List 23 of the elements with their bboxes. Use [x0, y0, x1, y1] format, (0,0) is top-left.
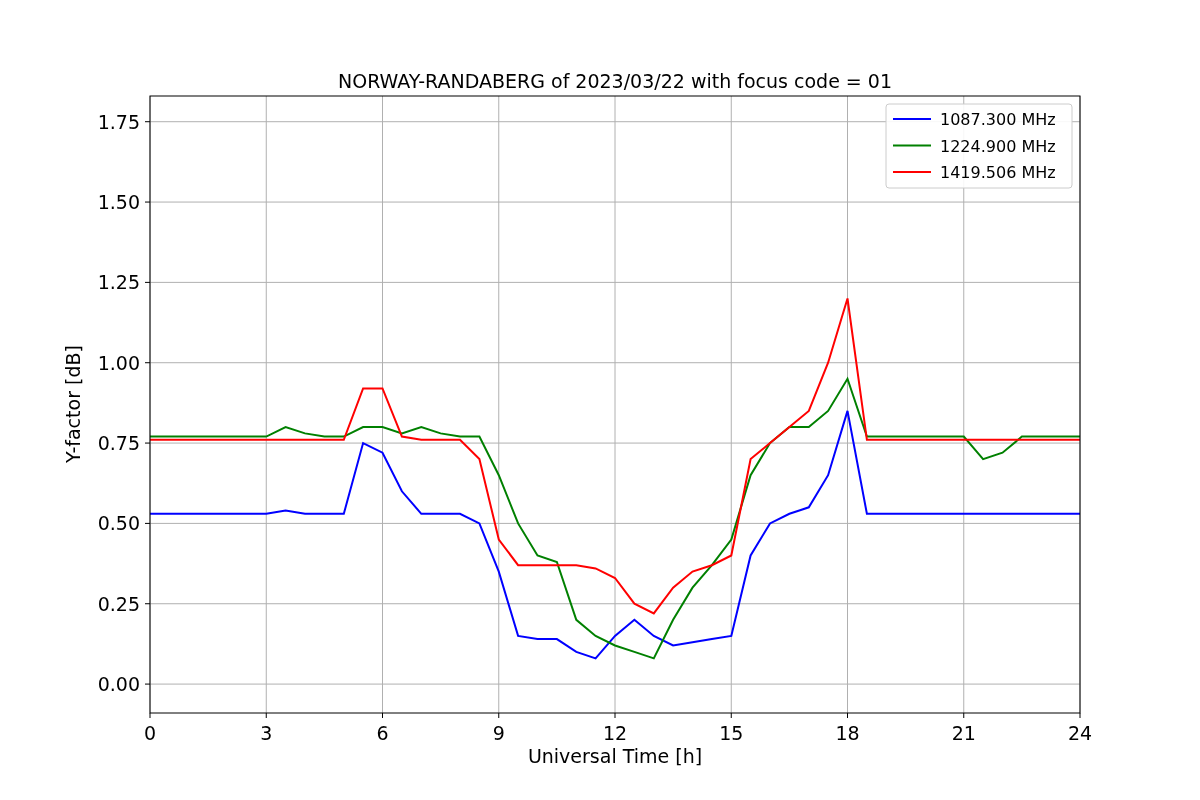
- x-tick-label: 9: [492, 722, 505, 744]
- x-tick-label: 15: [719, 722, 744, 744]
- y-tick-label: 1.25: [97, 271, 140, 294]
- x-tick-label: 21: [951, 722, 976, 744]
- y-tick-label: 1.00: [97, 351, 140, 374]
- x-tick-label: 3: [260, 722, 273, 744]
- y-tick-label: 0.00: [97, 673, 140, 696]
- y-tick-label: 1.75: [97, 110, 140, 133]
- legend-label: 1224.900 MHz: [940, 136, 1056, 156]
- x-tick-label: 18: [835, 722, 860, 744]
- legend-label: 1087.300 MHz: [940, 110, 1056, 129]
- x-tick-label: 24: [1067, 722, 1093, 744]
- y-tick-label: 1.50: [97, 191, 140, 214]
- y-tick-label: 0.50: [97, 512, 140, 535]
- x-axis-label: Universal Time [h]: [527, 745, 703, 767]
- x-tick-label: 12: [602, 722, 628, 744]
- y-axis-label: Y-factor [dB]: [62, 345, 84, 463]
- x-tick-label: 0: [143, 722, 157, 744]
- y-tick-label: 0.75: [97, 432, 140, 455]
- x-tick-label: 6: [376, 722, 389, 744]
- chart-title: NORWAY-RANDABERG of 2023/03/22 with focus code = 01: [338, 70, 892, 92]
- y-tick-label: 0.25: [97, 592, 140, 615]
- legend-label: 1419.506 MHz: [940, 163, 1056, 182]
